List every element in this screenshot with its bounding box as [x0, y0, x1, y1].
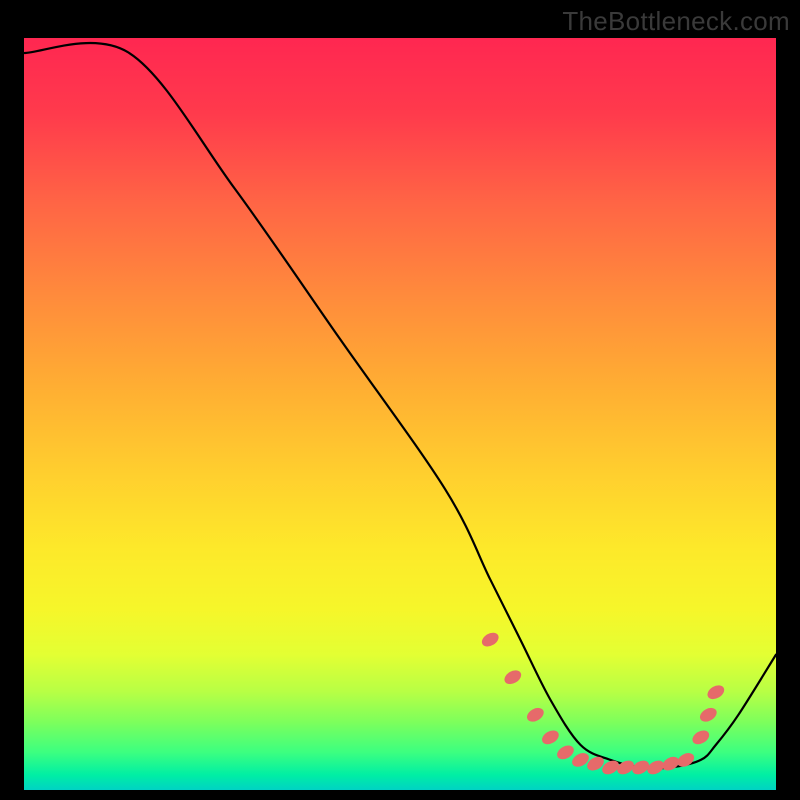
chart-marker	[698, 705, 720, 724]
chart-svg	[24, 38, 776, 790]
chart-marker	[502, 668, 524, 687]
watermark-text: TheBottleneck.com	[562, 6, 790, 37]
chart-curve	[24, 43, 776, 768]
plot-area	[24, 38, 776, 790]
chart-markers	[479, 630, 726, 777]
chart-marker	[690, 728, 712, 747]
chart-container: TheBottleneck.com	[0, 0, 800, 800]
chart-marker	[525, 705, 547, 724]
chart-marker	[705, 683, 727, 702]
chart-marker	[540, 728, 562, 747]
chart-marker	[479, 630, 501, 649]
